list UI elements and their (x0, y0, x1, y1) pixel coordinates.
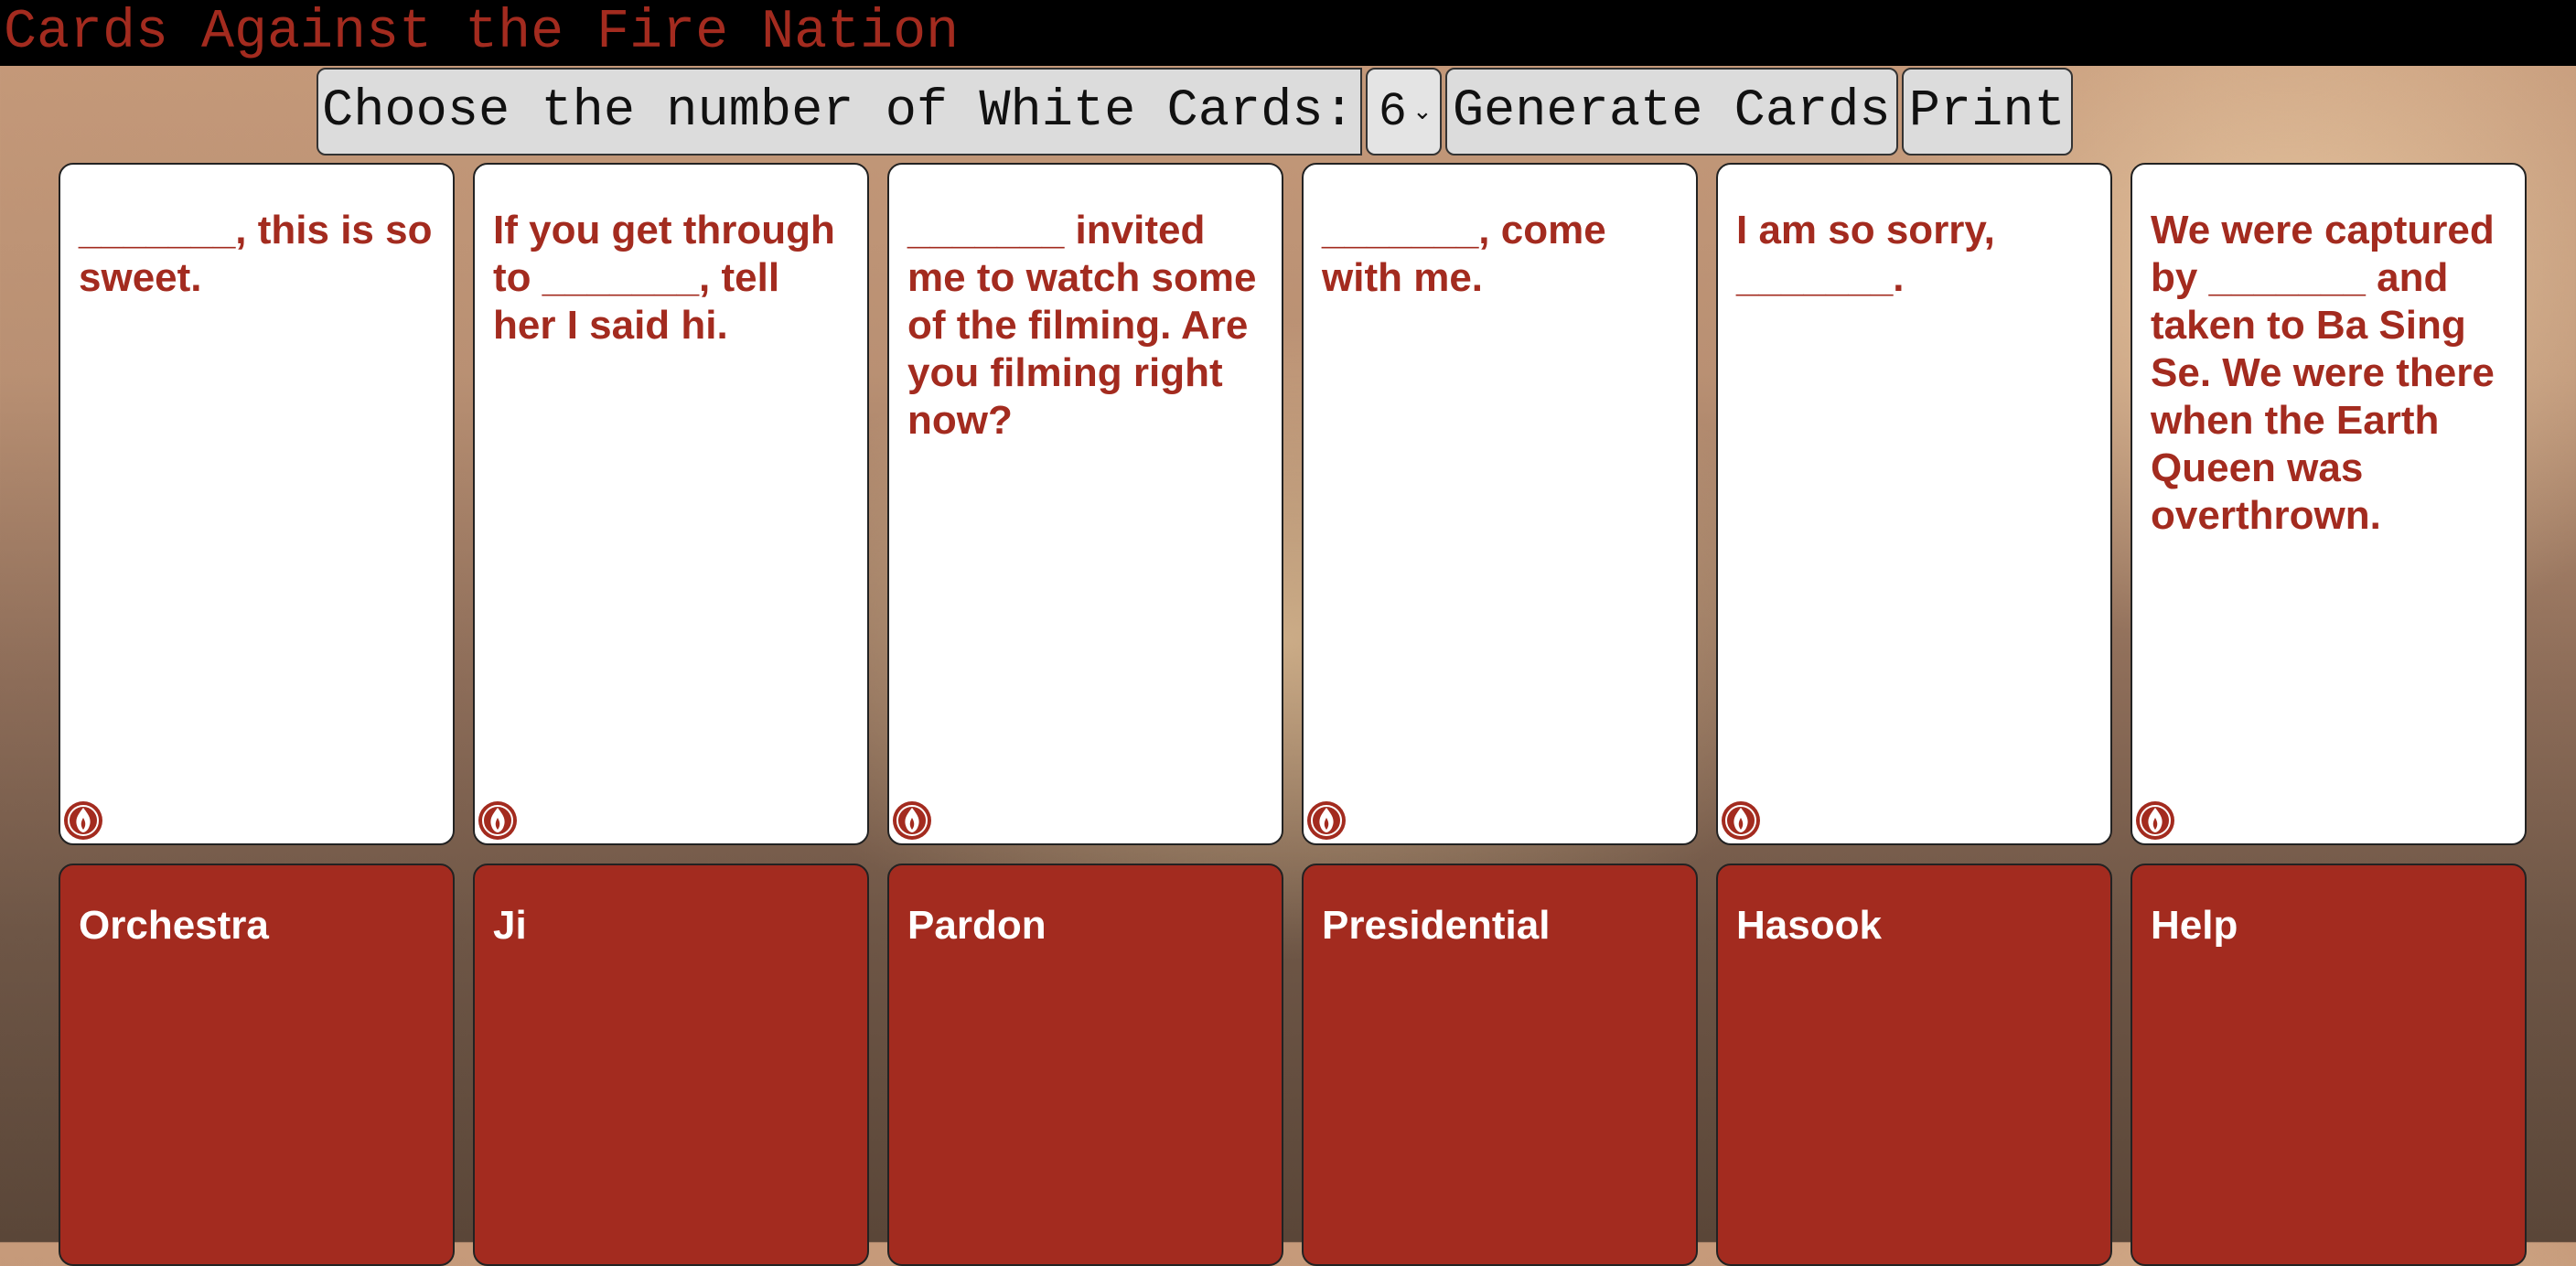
white-card: _______ invited me to watch some of the … (887, 163, 1283, 845)
fire-nation-emblem-icon (893, 801, 931, 840)
print-button[interactable]: Print (1901, 68, 2073, 156)
black-card-text: Ji (493, 903, 527, 948)
white-card-text: I am so sorry, _______. (1736, 208, 1995, 300)
black-card-text: Help (2151, 903, 2238, 948)
black-card: Help (2131, 864, 2527, 1266)
white-card-count-label: Choose the number of White Cards: (317, 68, 1362, 156)
chevron-down-icon: ⌄ (1412, 98, 1433, 125)
black-card: Hasook (1716, 864, 2112, 1266)
black-card-text: Orchestra (79, 903, 269, 948)
generate-cards-button[interactable]: Generate Cards (1444, 68, 1898, 156)
black-card: Pardon (887, 864, 1283, 1266)
black-card-text: Presidential (1322, 903, 1551, 948)
black-card: Presidential (1302, 864, 1698, 1266)
fire-nation-emblem-icon (478, 801, 517, 840)
title-bar: Cards Against the Fire Nation (0, 0, 2576, 66)
white-card-row: _______, this is so sweet. If you get th… (59, 163, 2527, 845)
fire-nation-emblem-icon (1307, 801, 1346, 840)
white-card: _______, this is so sweet. (59, 163, 455, 845)
white-card-count-select[interactable]: 6 ⌄ (1365, 68, 1442, 156)
fire-nation-emblem-icon (64, 801, 102, 840)
white-card-text: _______ invited me to watch some of the … (907, 208, 1257, 443)
black-card: Ji (473, 864, 869, 1266)
white-card-text: _______, this is so sweet. (79, 208, 433, 300)
white-card-count-value: 6 (1378, 84, 1408, 139)
white-card: _______, come with me. (1302, 163, 1698, 845)
white-card: We were captured by _______ and taken to… (2131, 163, 2527, 845)
white-card-text: We were captured by _______ and taken to… (2151, 208, 2495, 538)
white-card: If you get through to _______, tell her … (473, 163, 869, 845)
fire-nation-emblem-icon (2136, 801, 2174, 840)
app-title: Cards Against the Fire Nation (4, 2, 960, 64)
black-card-row: Orchestra Ji Pardon Presidential Hasook … (59, 864, 2527, 1266)
black-card: Orchestra (59, 864, 455, 1266)
white-card-text: _______, come with me. (1322, 208, 1606, 300)
fire-nation-emblem-icon (1722, 801, 1760, 840)
black-card-text: Pardon (907, 903, 1046, 948)
card-controls: Choose the number of White Cards: 6 ⌄ Ge… (317, 68, 2077, 156)
white-card: I am so sorry, _______. (1716, 163, 2112, 845)
black-card-text: Hasook (1736, 903, 1882, 948)
white-card-text: If you get through to _______, tell her … (493, 208, 835, 348)
